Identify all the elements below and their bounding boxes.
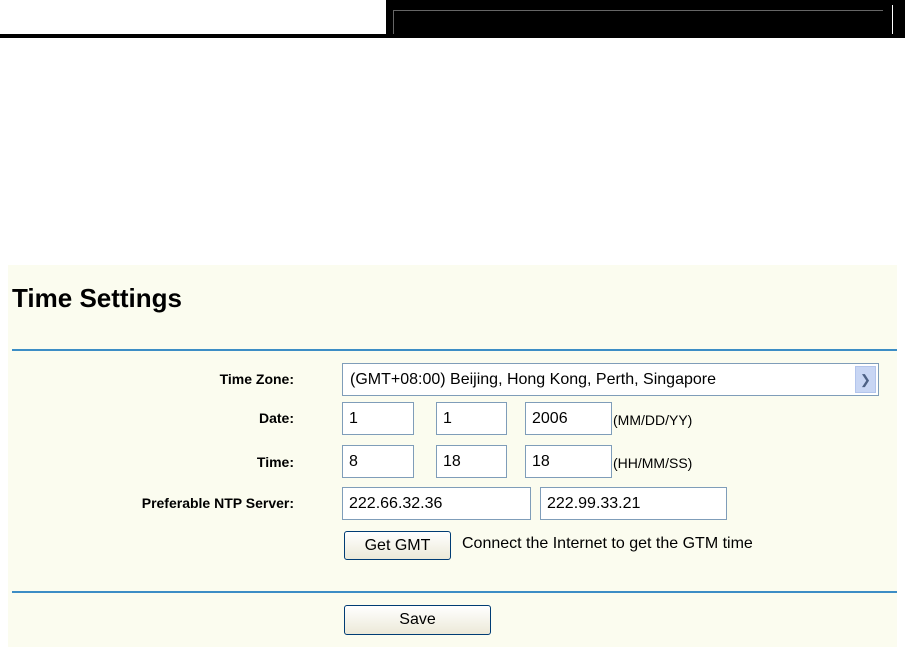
minute-input[interactable] [436, 445, 507, 478]
divider-top [12, 349, 897, 351]
second-input[interactable] [525, 445, 612, 478]
date-format-hint: (MM/DD/YY) [613, 412, 693, 428]
time-format-hint: (HH/MM/SS) [613, 455, 693, 471]
year-input[interactable] [525, 402, 612, 435]
time-label: Time: [256, 454, 294, 470]
ntp-primary-input[interactable] [342, 487, 531, 520]
header-rule [0, 34, 905, 38]
get-gmt-hint: Connect the Internet to get the GTM time [462, 535, 753, 552]
time-settings-panel: Time Settings Time Zone: (GMT+08:00) Bei… [8, 265, 897, 647]
ntp-secondary-input[interactable] [540, 487, 727, 520]
day-input[interactable] [436, 402, 507, 435]
divider-bottom [12, 591, 897, 593]
date-label: Date: [258, 410, 294, 426]
header-frame [393, 10, 883, 35]
header-divider [892, 5, 893, 34]
ntp-label: Preferable NTP Server: [141, 495, 294, 511]
month-input[interactable] [342, 402, 414, 435]
time-zone-label: Time Zone: [219, 371, 294, 387]
time-zone-select[interactable]: (GMT+08:00) Beijing, Hong Kong, Perth, S… [342, 363, 879, 396]
time-zone-value: (GMT+08:00) Beijing, Hong Kong, Perth, S… [350, 371, 716, 388]
header-bar [386, 0, 905, 37]
get-gmt-button[interactable]: Get GMT [344, 531, 451, 560]
hour-input[interactable] [342, 445, 414, 478]
save-button[interactable]: Save [344, 605, 491, 635]
page-title: Time Settings [12, 283, 183, 313]
chevron-down-icon[interactable]: ❯ [855, 366, 876, 393]
